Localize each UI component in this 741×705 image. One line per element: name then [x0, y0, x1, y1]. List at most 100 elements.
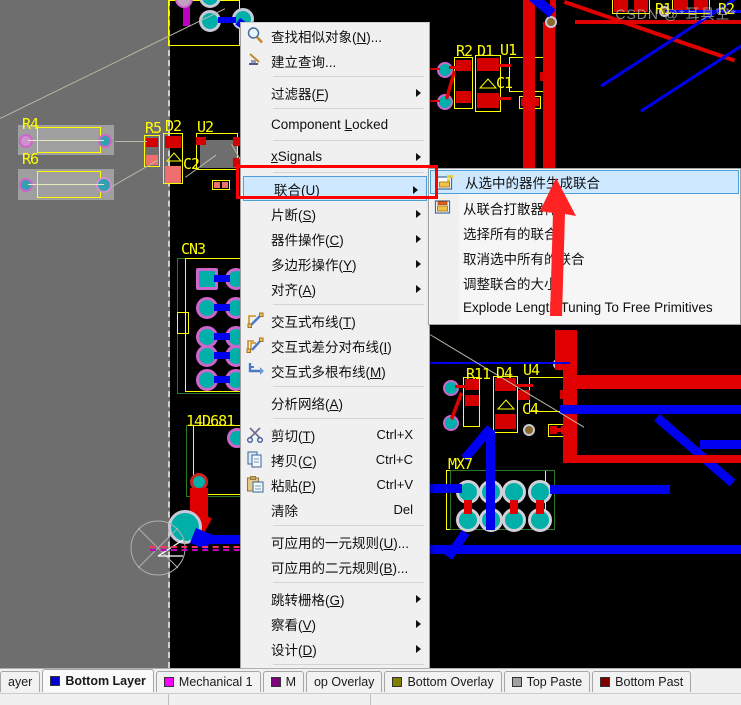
- layer-tab-5[interactable]: op Overlay: [305, 671, 383, 692]
- chevron-right-icon: [416, 645, 421, 653]
- track-power-vertical: [563, 330, 577, 460]
- menu-item-10[interactable]: 对齐(A): [241, 276, 429, 301]
- menu-item-21[interactable]: 跳转栅格(G): [241, 586, 429, 611]
- menu-item-13[interactable]: 交互式多根布线(M): [241, 358, 429, 383]
- menu-separator: [273, 304, 424, 305]
- pad-smd: [465, 395, 479, 406]
- menu-item-23[interactable]: 设计(D): [241, 636, 429, 661]
- menu-item-6[interactable]: 联合(U): [243, 176, 427, 201]
- menu-item-1[interactable]: 查找相似对象(N)...: [241, 23, 429, 48]
- menu-item-label: 可应用的二元规则(B)...: [271, 560, 409, 576]
- query-builder-icon: [246, 51, 265, 70]
- app-window: R4 R6 R5 D2 U2 C2 CN3 14D681 R2 D1 U1 C1 R11 D4 U4 C4 MX…: [0, 0, 741, 705]
- union-submenu-item-5[interactable]: 调整联合的大小: [429, 270, 740, 295]
- layer-tab-label: Top Paste: [526, 675, 583, 689]
- menu-item-15[interactable]: 剪切(T) Ctrl+X: [241, 422, 429, 447]
- layer-tab-2[interactable]: Bottom Layer: [42, 669, 154, 692]
- menu-item-3[interactable]: 过滤器(F): [241, 80, 429, 105]
- pcb-designator: CN3: [181, 240, 206, 258]
- menu-item-14[interactable]: 分析网络(A): [241, 390, 429, 415]
- union-submenu-item-label: Explode Length Tuning To Free Primitives: [463, 300, 713, 315]
- layer-tab-1[interactable]: ayer: [0, 671, 41, 692]
- menu-item-2[interactable]: 建立查询...: [241, 48, 429, 73]
- track: [28, 184, 104, 185]
- menu-item-label: 片断(S): [271, 207, 317, 223]
- layer-tab-7[interactable]: Top Paste: [503, 671, 591, 692]
- menu-separator: [273, 172, 424, 173]
- track-bottom: [214, 304, 230, 311]
- union-submenu-item-4[interactable]: 取消选中所有的联合: [429, 245, 740, 270]
- menu-item-7[interactable]: 片断(S): [241, 201, 429, 226]
- layer-tab-8[interactable]: Bottom Past: [592, 671, 692, 692]
- track-top: [430, 100, 440, 102]
- chevron-right-icon: [416, 260, 421, 268]
- layer-tab-6[interactable]: Bottom Overlay: [384, 671, 502, 692]
- layer-color-swatch: [600, 677, 611, 687]
- menu-separator: [273, 525, 424, 526]
- layer-tab-label: Bottom Layer: [65, 674, 146, 688]
- union-submenu-items[interactable]: 从选中的器件生成联合从联合打散器件选择所有的联合取消选中所有的联合调整联合的大小…: [429, 170, 740, 320]
- pad: [443, 380, 459, 396]
- pad: [98, 134, 112, 148]
- layer-color-swatch: [392, 677, 403, 687]
- track-top: [499, 97, 511, 100]
- paste-icon: [246, 475, 265, 494]
- union-submenu[interactable]: 从选中的器件生成联合从联合打散器件选择所有的联合取消选中所有的联合调整联合的大小…: [428, 168, 741, 325]
- multi-routing-icon: [246, 361, 265, 380]
- union-break-icon: [434, 198, 453, 217]
- pad-smd: [222, 182, 228, 188]
- pcb-designator: R5: [145, 119, 162, 137]
- menu-item-16[interactable]: 拷贝(C) Ctrl+C: [241, 447, 429, 472]
- menu-item-label: 器件操作(C): [271, 232, 344, 248]
- union-submenu-item-2[interactable]: 从联合打散器件: [429, 195, 740, 220]
- pcb-designator: R2: [456, 42, 473, 60]
- menu-item-19[interactable]: 可应用的一元规则(U)...: [241, 529, 429, 554]
- menu-item-8[interactable]: 器件操作(C): [241, 226, 429, 251]
- layer-tab-bar[interactable]: ayer Bottom Layer Mechanical 1 Mop Overlay B…: [0, 669, 741, 692]
- menu-item-11[interactable]: 交互式布线(T): [241, 308, 429, 333]
- menu-item-18[interactable]: 清除 Del: [241, 497, 429, 522]
- union-submenu-item-label: 从联合打散器件: [463, 201, 558, 217]
- layer-color-swatch: [511, 677, 522, 687]
- diode-symbol-icon: [496, 399, 516, 410]
- union-submenu-item-label: 取消选中所有的联合: [463, 251, 585, 267]
- menu-item-12[interactable]: 交互式差分对布线(I): [241, 333, 429, 358]
- pad: [437, 94, 453, 110]
- menu-item-shortcut: Del: [393, 502, 413, 517]
- menu-item-label: 查找相似对象(N)...: [271, 29, 382, 45]
- pad-smd: [196, 137, 206, 145]
- pad: [19, 134, 33, 148]
- menu-item-22[interactable]: 察看(V): [241, 611, 429, 636]
- diode-symbol-icon: [165, 152, 183, 162]
- board-boundary: [150, 549, 250, 551]
- menu-item-5[interactable]: xSignals: [241, 144, 429, 169]
- union-create-icon: [436, 174, 455, 193]
- menu-item-4[interactable]: Component Locked: [241, 112, 429, 137]
- menu-item-label: 分析网络(A): [271, 396, 344, 412]
- menu-item-label: 交互式多根布线(M): [271, 364, 386, 380]
- board-boundary: [150, 546, 250, 548]
- track-bottom: [214, 376, 230, 383]
- track-power-horizontal: [563, 375, 741, 389]
- layer-tab-4[interactable]: M: [262, 671, 304, 692]
- track-bottom: [560, 405, 741, 414]
- union-submenu-item-6[interactable]: Explode Length Tuning To Free Primitives: [429, 295, 740, 320]
- layer-tab-3[interactable]: Mechanical 1: [155, 671, 261, 692]
- layer-color-swatch: [50, 676, 61, 686]
- menu-item-9[interactable]: 多边形操作(Y): [241, 251, 429, 276]
- context-menu[interactable]: 查找相似对象(N)... 建立查询... 过滤器(F) Component Locke…: [240, 22, 430, 705]
- union-submenu-item-1[interactable]: 从选中的器件生成联合: [430, 170, 739, 194]
- via: [545, 16, 557, 28]
- menu-item-17[interactable]: 粘贴(P) Ctrl+V: [241, 472, 429, 497]
- pcb-designator: 14D681: [186, 412, 235, 430]
- pad-smd: [477, 93, 499, 108]
- track-top: [536, 500, 544, 514]
- track-bottom: [550, 485, 670, 494]
- track-bottom: [430, 484, 462, 493]
- context-menu-items[interactable]: 查找相似对象(N)... 建立查询... 过滤器(F) Component Locke…: [241, 23, 429, 704]
- union-submenu-item-3[interactable]: 选择所有的联合: [429, 220, 740, 245]
- menu-item-label: 可应用的一元规则(U)...: [271, 535, 409, 551]
- menu-item-20[interactable]: 可应用的二元规则(B)...: [241, 554, 429, 579]
- pad-smd: [165, 166, 181, 183]
- menu-separator: [273, 140, 424, 141]
